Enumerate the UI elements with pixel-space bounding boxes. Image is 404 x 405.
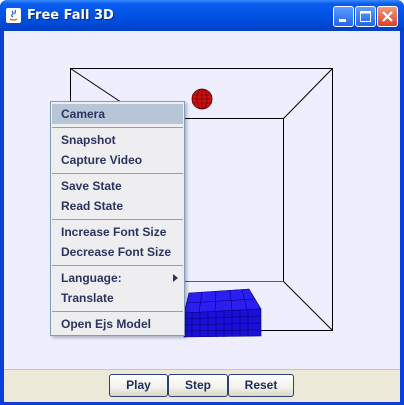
menu-item-language[interactable]: Language: (52, 268, 183, 288)
window-title: Free Fall 3D (27, 8, 114, 23)
app-window: Free Fall 3D Play Step Reset Camera Snap… (0, 0, 404, 405)
menu-item-increase-font-size[interactable]: Increase Font Size (52, 222, 183, 242)
menu-item-snapshot[interactable]: Snapshot (52, 130, 183, 150)
menu-item-language-label: Language: (61, 271, 122, 285)
step-button[interactable]: Step (168, 374, 228, 397)
menu-item-camera[interactable]: Camera (52, 104, 183, 124)
minimize-icon (339, 19, 346, 22)
menu-separator (52, 311, 183, 312)
maximize-icon (360, 11, 371, 22)
java-app-icon (6, 8, 21, 23)
control-button-bar: Play Step Reset (4, 369, 400, 402)
menu-item-read-state[interactable]: Read State (52, 196, 183, 216)
close-icon (382, 11, 393, 22)
menu-item-decrease-font-size[interactable]: Decrease Font Size (52, 242, 183, 262)
floor-block (183, 288, 262, 338)
close-button[interactable] (377, 6, 398, 27)
minimize-button[interactable] (333, 6, 354, 27)
menu-separator (52, 265, 183, 266)
context-menu: Camera Snapshot Capture Video Save State… (50, 101, 185, 336)
menu-item-open-ejs-model[interactable]: Open Ejs Model (52, 314, 183, 334)
maximize-button[interactable] (355, 6, 376, 27)
title-bar[interactable]: Free Fall 3D (0, 0, 404, 31)
reset-button[interactable]: Reset (228, 374, 294, 397)
submenu-arrow-icon (173, 274, 178, 282)
menu-item-capture-video[interactable]: Capture Video (52, 150, 183, 170)
menu-separator (52, 173, 183, 174)
play-button[interactable]: Play (109, 374, 168, 397)
menu-item-translate[interactable]: Translate (52, 288, 183, 308)
menu-separator (52, 127, 183, 128)
menu-separator (52, 219, 183, 220)
falling-ball (191, 88, 213, 110)
menu-item-save-state[interactable]: Save State (52, 176, 183, 196)
